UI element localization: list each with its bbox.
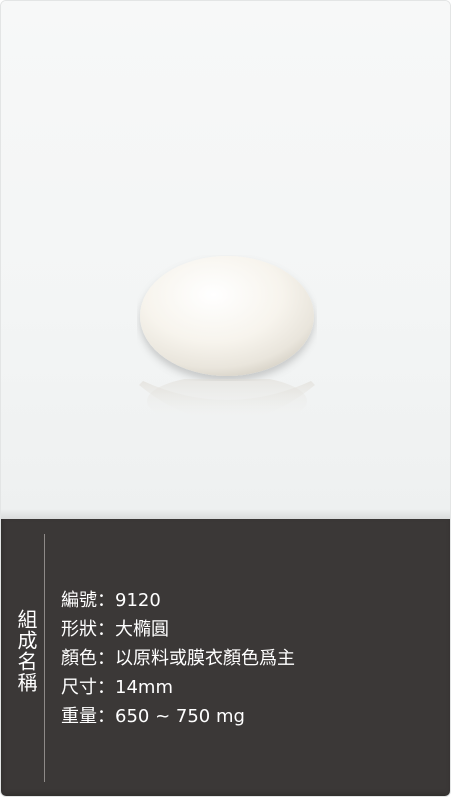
spec-list: 編號：9120 形狀：大橢圓 顏色：以原料或膜衣顏色爲主 尺寸：14mm 重量：… xyxy=(61,588,295,733)
spec-row-shape: 形狀：大橢圓 xyxy=(61,617,295,646)
divider xyxy=(44,534,45,782)
spec-separator: ： xyxy=(97,648,115,669)
product-photo xyxy=(1,1,450,519)
tablet-reflection xyxy=(133,375,321,449)
spec-value: 大橢圓 xyxy=(115,619,169,640)
spec-separator: ： xyxy=(97,706,115,727)
spec-separator: ： xyxy=(97,619,115,640)
spec-row-size: 尺寸：14mm xyxy=(61,675,295,704)
spec-label: 編號 xyxy=(61,590,97,611)
spec-value: 650 ~ 750 mg xyxy=(115,706,245,727)
product-card: 組成名稱 編號：9120 形狀：大橢圓 顏色：以原料或膜衣顏色爲主 尺寸：14m… xyxy=(0,0,451,797)
spec-label: 形狀 xyxy=(61,619,97,640)
spec-label: 顏色 xyxy=(61,648,97,669)
spec-separator: ： xyxy=(97,590,115,611)
spec-row-code: 編號：9120 xyxy=(61,588,295,617)
spec-value: 以原料或膜衣顏色爲主 xyxy=(115,648,295,669)
tablet-image xyxy=(137,255,317,381)
spec-row-weight: 重量：650 ~ 750 mg xyxy=(61,704,295,733)
spec-label: 重量 xyxy=(61,706,97,727)
section-label: 組成名稱 xyxy=(14,609,38,693)
spec-separator: ： xyxy=(97,677,115,698)
spec-value: 14mm xyxy=(115,677,173,698)
spec-value: 9120 xyxy=(115,590,161,611)
spec-row-color: 顏色：以原料或膜衣顏色爲主 xyxy=(61,646,295,675)
spec-label: 尺寸 xyxy=(61,677,97,698)
